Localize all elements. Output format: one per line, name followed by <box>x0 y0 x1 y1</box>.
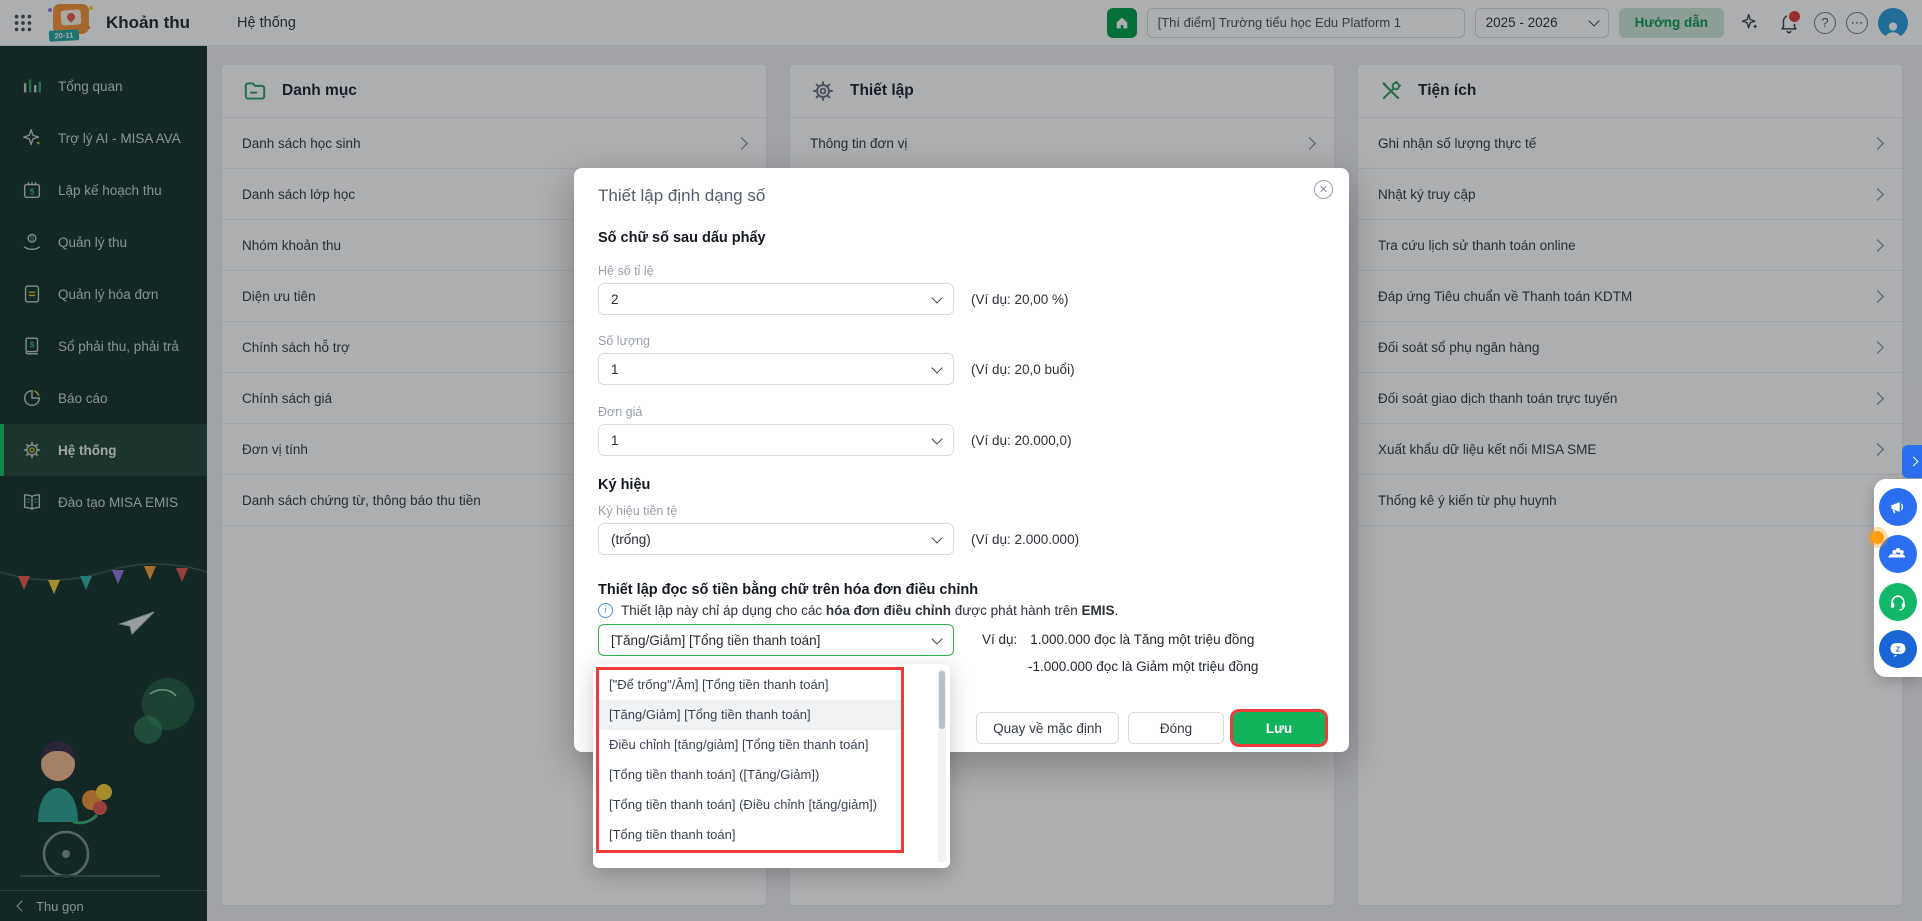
currency-symbol-select[interactable]: (trống) <box>598 523 954 555</box>
field-hint: (Ví dụ: 2.000.000) <box>971 531 1080 547</box>
don-gia-select[interactable]: 1 <box>598 424 954 456</box>
reading-example: Ví dụ: 1.000.000 đọc là Tăng một triệu đ… <box>982 624 1258 674</box>
chevron-right-icon <box>1908 456 1918 467</box>
dropdown-options-annotated: ["Để trống"/Âm] [Tổng tiền thanh toán] [… <box>596 667 904 853</box>
chevron-down-icon <box>931 531 943 544</box>
close-icon[interactable]: ✕ <box>1314 180 1333 199</box>
community-badge <box>1871 531 1884 545</box>
community-icon <box>1888 548 1906 558</box>
megaphone-icon <box>1891 502 1903 514</box>
dropdown-scrollbar-track <box>938 669 946 863</box>
save-button[interactable]: Lưu <box>1230 709 1328 747</box>
modal-title: Thiết lập định dạng số <box>598 186 766 205</box>
dropdown-option-selected[interactable]: [Tăng/Giảm] [Tổng tiền thanh toán] <box>599 700 901 730</box>
field-label-he-so-ti-le: Hệ số tỉ lệ <box>598 264 654 278</box>
he-so-ti-le-select[interactable]: 2 <box>598 283 954 315</box>
dropdown-option[interactable]: ["Để trống"/Âm] [Tổng tiền thanh toán] <box>599 670 901 700</box>
community-button[interactable] <box>1871 531 1917 574</box>
dropdown-option[interactable]: Điều chỉnh [tăng/giảm] [Tổng tiền thanh … <box>599 730 901 760</box>
chevron-down-icon <box>931 361 943 374</box>
section-symbol: Ký hiệu <box>598 477 651 493</box>
info-icon: i <box>598 603 613 618</box>
close-button[interactable]: Đóng <box>1128 712 1224 744</box>
amount-reading-select[interactable]: [Tăng/Giảm] [Tổng tiền thanh toán] <box>598 624 954 656</box>
reading-note: i Thiết lập này chỉ áp dụng cho các hóa … <box>598 603 1325 618</box>
chat-zalo-button[interactable]: Z <box>1879 629 1917 668</box>
so-luong-select[interactable]: 1 <box>598 353 954 385</box>
field-label-ky-hieu-tien-te: Ký hiệu tiền tệ <box>598 504 678 518</box>
headset-icon <box>1890 594 1906 611</box>
field-label-so-luong: Số lượng <box>598 334 651 348</box>
field-hint: (Ví dụ: 20,0 buổi) <box>971 361 1075 377</box>
chevron-down-icon <box>931 291 943 304</box>
support-widget-dock: Z <box>1871 479 1922 677</box>
support-widget-collapse-tab[interactable] <box>1902 445 1922 478</box>
field-hint: (Ví dụ: 20,00 %) <box>971 291 1069 307</box>
dropdown-option[interactable]: [Tổng tiền thanh toán] (Điều chỉnh [tăng… <box>599 790 901 820</box>
app-root: 20-11 Khoản thu Hệ thống [Thí điểm] Trườ… <box>0 0 1922 921</box>
chevron-down-icon <box>931 632 943 645</box>
section-amount-reading: Thiết lập đọc số tiền bằng chữ trên hóa … <box>598 582 979 598</box>
reading-note-text: Thiết lập này chỉ áp dụng cho các hóa đơ… <box>621 603 1119 618</box>
field-label-don-gia: Đơn giá <box>598 405 643 419</box>
dropdown-option[interactable]: [Tổng tiền thanh toán] ([Tăng/Giảm]) <box>599 760 901 790</box>
svg-text:Z: Z <box>1896 645 1901 653</box>
chat-icon: Z <box>1890 642 1906 658</box>
field-hint: (Ví dụ: 20.000,0) <box>971 432 1072 448</box>
reading-format-dropdown: ["Để trống"/Âm] [Tổng tiền thanh toán] [… <box>593 664 950 868</box>
section-decimal-digits: Số chữ số sau dấu phẩy <box>598 230 766 246</box>
dropdown-scrollbar[interactable] <box>939 671 945 729</box>
example-line-2: -1.000.000 đọc là Giảm một triệu đồng <box>1028 659 1259 674</box>
example-line-1: 1.000.000 đọc là Tăng một triệu đồng <box>1030 632 1255 647</box>
example-label: Ví dụ: <box>982 632 1018 647</box>
reset-default-button[interactable]: Quay về mặc định <box>976 712 1119 744</box>
support-button[interactable] <box>1879 582 1917 621</box>
announcements-button[interactable] <box>1879 488 1917 527</box>
chevron-down-icon <box>931 432 943 445</box>
dropdown-option[interactable]: [Tổng tiền thanh toán] <box>599 820 901 850</box>
